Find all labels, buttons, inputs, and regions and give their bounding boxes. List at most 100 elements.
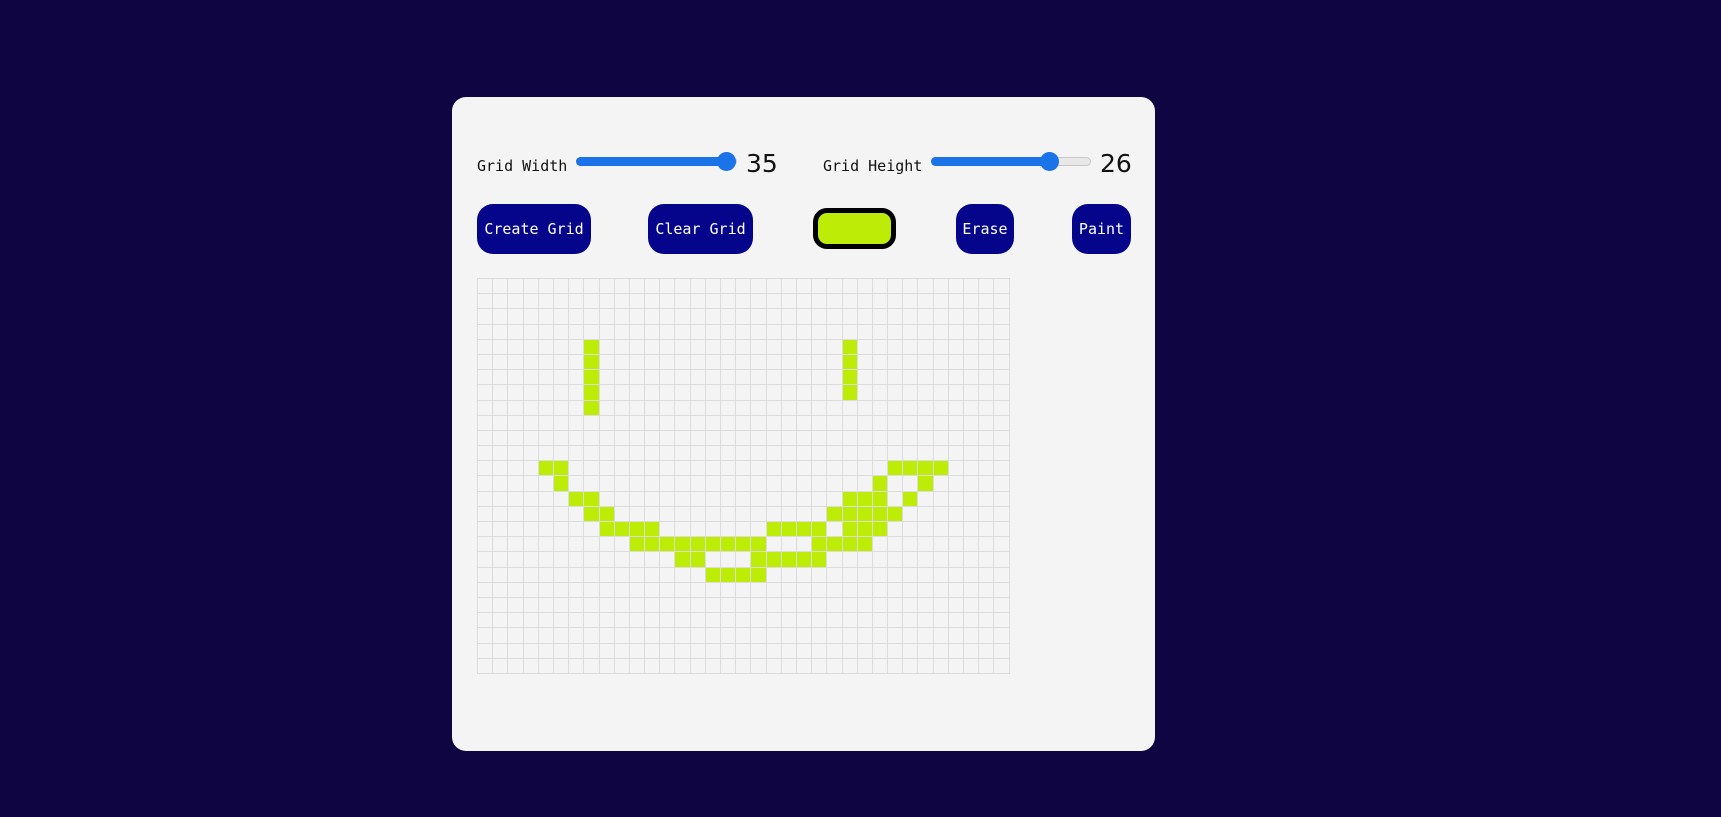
grid-cell[interactable] [644,627,660,643]
grid-cell[interactable] [735,521,751,537]
grid-cell[interactable] [932,657,948,673]
grid-cell[interactable] [583,642,599,658]
grid-cell[interactable] [598,429,614,446]
grid-cell[interactable] [720,293,736,309]
grid-cell[interactable] [674,384,690,400]
grid-cell[interactable] [811,521,827,537]
grid-cell[interactable] [856,596,872,613]
grid-cell[interactable] [735,536,751,552]
grid-cell[interactable] [492,642,508,658]
grid-cell[interactable] [826,399,842,415]
grid-cell[interactable] [902,505,918,521]
grid-cell[interactable] [492,490,508,506]
grid-cell[interactable] [598,581,614,597]
grid-cell[interactable] [765,505,781,521]
grid-cell[interactable] [522,490,538,506]
grid-cell[interactable] [993,490,1009,506]
grid-cell[interactable] [720,429,736,446]
grid-cell[interactable] [492,627,508,643]
grid-cell[interactable] [583,338,599,354]
grid-cell[interactable] [871,581,888,597]
grid-cell[interactable] [689,581,705,597]
grid-cell[interactable] [841,490,857,506]
grid-cell[interactable] [765,369,781,385]
grid-cell[interactable] [492,293,508,309]
grid-cell[interactable] [811,536,827,552]
grid-cell[interactable] [887,460,903,476]
grid-cell[interactable] [963,657,979,673]
grid-cell[interactable] [659,399,675,415]
grid-cell[interactable] [659,505,675,521]
grid-cell[interactable] [993,612,1009,628]
grid-cell[interactable] [644,460,660,476]
grid-cell[interactable] [537,278,553,294]
grid-cell[interactable] [750,323,766,339]
grid-cell[interactable] [902,627,918,643]
grid-cell[interactable] [826,445,842,461]
grid-cell[interactable] [628,445,645,461]
grid-cell[interactable] [644,369,660,385]
grid-cell[interactable] [932,369,948,385]
grid-cell[interactable] [628,536,645,552]
grid-cell[interactable] [477,536,493,552]
grid-cell[interactable] [583,521,599,537]
grid-cell[interactable] [917,445,933,461]
grid-cell[interactable] [887,505,903,521]
grid-cell[interactable] [689,445,705,461]
grid-cell[interactable] [704,596,720,613]
grid-cell[interactable] [659,384,675,400]
grid-cell[interactable] [750,338,766,354]
grid-cell[interactable] [598,338,614,354]
grid-cell[interactable] [947,657,963,673]
grid-cell[interactable] [704,414,720,430]
grid-cell[interactable] [795,414,812,430]
grid-cell[interactable] [628,521,645,537]
grid-cell[interactable] [735,551,751,567]
grid-cell[interactable] [841,353,857,370]
grid-cell[interactable] [735,399,751,415]
grid-cell[interactable] [841,551,857,567]
grid-cell[interactable] [932,445,948,461]
grid-cell[interactable] [750,612,766,628]
grid-cell[interactable] [689,551,705,567]
grid-cell[interactable] [537,505,553,521]
grid-cell[interactable] [978,353,994,370]
grid-cell[interactable] [477,521,493,537]
grid-cell[interactable] [507,627,523,643]
grid-cell[interactable] [628,384,645,400]
grid-cell[interactable] [704,521,720,537]
grid-cell[interactable] [522,627,538,643]
grid-cell[interactable] [689,323,705,339]
grid-cell[interactable] [887,293,903,309]
grid-cell[interactable] [689,596,705,613]
grid-cell[interactable] [492,338,508,354]
grid-cell[interactable] [477,596,493,613]
grid-cell[interactable] [978,414,994,430]
grid-cell[interactable] [552,338,569,354]
grid-cell[interactable] [993,445,1009,461]
grid-cell[interactable] [492,399,508,415]
grid-cell[interactable] [644,657,660,673]
grid-cell[interactable] [628,490,645,506]
grid-cell[interactable] [644,308,660,324]
grid-cell[interactable] [826,338,842,354]
grid-cell[interactable] [887,612,903,628]
grid-cell[interactable] [735,384,751,400]
grid-cell[interactable] [765,338,781,354]
grid-cell[interactable] [613,627,629,643]
grid-cell[interactable] [856,308,872,324]
grid-cell[interactable] [841,642,857,658]
grid-cell[interactable] [871,551,888,567]
grid-cell[interactable] [978,581,994,597]
grid-cell[interactable] [780,323,796,339]
grid-cell[interactable] [522,414,538,430]
grid-cell[interactable] [613,521,629,537]
grid-cell[interactable] [613,490,629,506]
grid-cell[interactable] [765,414,781,430]
grid-cell[interactable] [659,612,675,628]
grid-cell[interactable] [704,445,720,461]
grid-cell[interactable] [674,551,690,567]
grid-cell[interactable] [689,627,705,643]
grid-cell[interactable] [659,338,675,354]
grid-cell[interactable] [583,581,599,597]
